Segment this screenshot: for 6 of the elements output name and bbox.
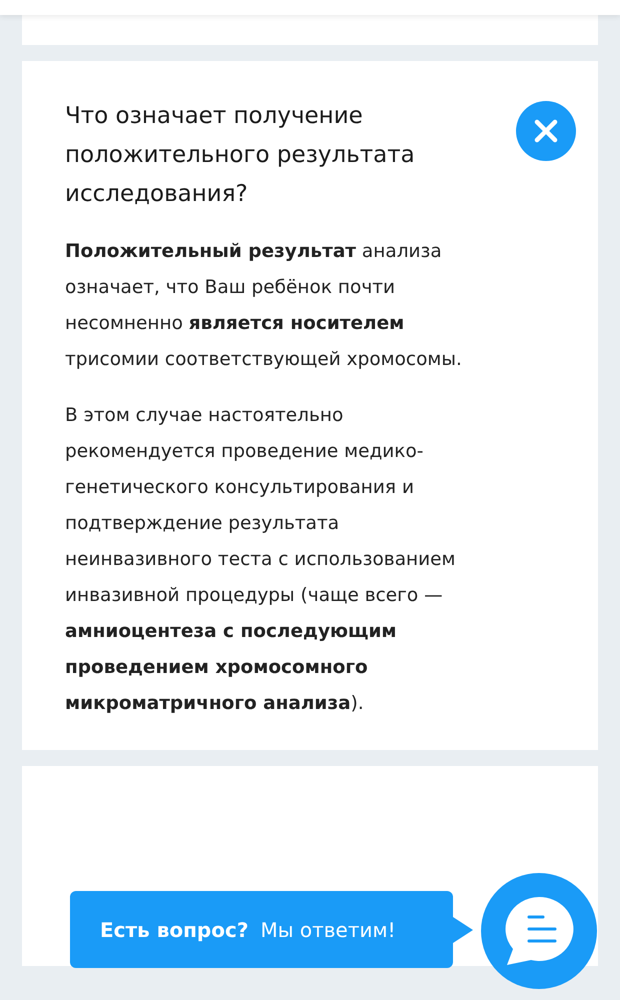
close-icon: [534, 119, 558, 143]
answer-paragraph: В этом случае настоятельно рекомендуется проведение медико-генетического консультирования и подтверждение результата неинвазивного теста с использованием инвазивной процедуры (чаще всего — амниоцентеза с последующим проведением хромосомного микроматричного анализа).: [65, 404, 456, 716]
question-title[interactable]: Что означает получение положительного результата исследования?: [65, 97, 475, 214]
chat-prompt-title: Есть вопрос?: [100, 918, 248, 942]
answer-paragraph: Положительный результат анализа означает, что Ваш ребёнок почти несомненно является носителем трисомии соответствующей хромосомы.: [65, 240, 463, 372]
chat-prompt-text: Мы ответим!: [260, 918, 396, 942]
